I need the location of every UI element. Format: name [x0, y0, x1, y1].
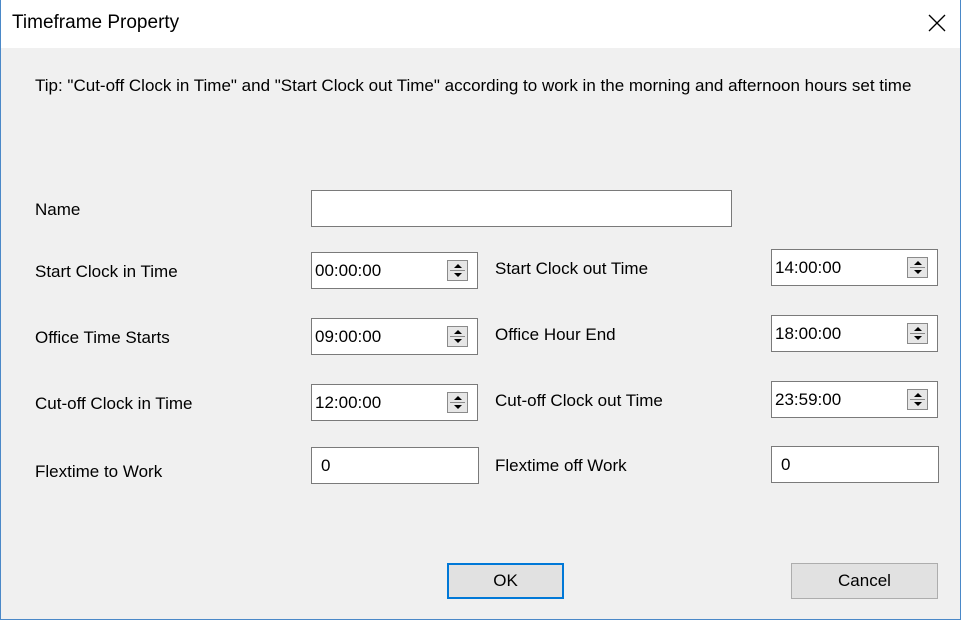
flextime-to-work-label: Flextime to Work	[35, 462, 163, 481]
office-time-starts-input[interactable]: 09:00:00	[311, 318, 478, 355]
cancel-button-label: Cancel	[838, 571, 891, 590]
cancel-button[interactable]: Cancel	[791, 563, 938, 599]
timeframe-property-dialog: Timeframe Property Tip: "Cut-off Clock i…	[0, 0, 961, 620]
spin-up-icon	[914, 327, 922, 331]
spin-up-icon	[454, 396, 462, 400]
spin-down-icon	[914, 336, 922, 340]
cutoff-clock-out-value: 23:59:00	[775, 390, 842, 409]
flextime-off-work-value: 0	[781, 455, 791, 474]
start-clock-out-label: Start Clock out Time	[495, 259, 649, 278]
window-title: Timeframe Property	[12, 12, 180, 33]
cutoff-clock-in-label: Cut-off Clock in Time	[35, 394, 193, 413]
cutoff-clock-out-spinner[interactable]	[907, 389, 928, 410]
start-clock-out-value: 14:00:00	[775, 258, 842, 277]
office-time-starts-label: Office Time Starts	[35, 328, 170, 347]
office-hour-end-label: Office Hour End	[495, 325, 616, 344]
tip-text: Tip: "Cut-off Clock in Time" and "Start …	[35, 76, 912, 95]
name-label: Name	[35, 200, 81, 219]
office-time-starts-spinner[interactable]	[447, 326, 468, 347]
cutoff-clock-out-label: Cut-off Clock out Time	[495, 391, 663, 410]
spin-down-icon	[454, 405, 462, 409]
start-clock-in-spinner[interactable]	[447, 260, 468, 281]
spin-down-icon	[454, 339, 462, 343]
close-button[interactable]	[914, 0, 960, 46]
office-hour-end-value: 18:00:00	[775, 324, 842, 343]
spin-down-icon	[914, 270, 922, 274]
flextime-to-work-input[interactable]: 0	[311, 447, 479, 484]
spin-up-icon	[914, 261, 922, 265]
spin-down-icon	[914, 402, 922, 406]
cutoff-clock-out-time-input[interactable]: 23:59:00	[771, 381, 938, 418]
ok-button-label: OK	[493, 571, 518, 590]
spin-down-icon	[454, 273, 462, 277]
title-bar[interactable]: Timeframe Property	[1, 0, 960, 48]
start-clock-in-value: 00:00:00	[315, 261, 382, 280]
cutoff-clock-in-spinner[interactable]	[447, 392, 468, 413]
cutoff-clock-in-value: 12:00:00	[315, 393, 382, 412]
cutoff-clock-in-time-input[interactable]: 12:00:00	[311, 384, 478, 421]
spin-up-icon	[454, 264, 462, 268]
start-clock-out-time-input[interactable]: 14:00:00	[771, 249, 938, 286]
spin-up-icon	[914, 393, 922, 397]
name-input[interactable]	[311, 190, 732, 227]
close-icon	[928, 14, 946, 32]
flextime-off-work-label: Flextime off Work	[495, 456, 627, 475]
office-hour-end-input[interactable]: 18:00:00	[771, 315, 938, 352]
flextime-to-work-value: 0	[321, 456, 331, 475]
start-clock-out-spinner[interactable]	[907, 257, 928, 278]
start-clock-in-label: Start Clock in Time	[35, 262, 178, 281]
flextime-off-work-input[interactable]: 0	[771, 446, 939, 483]
start-clock-in-time-input[interactable]: 00:00:00	[311, 252, 478, 289]
office-hour-end-spinner[interactable]	[907, 323, 928, 344]
spin-up-icon	[454, 330, 462, 334]
office-time-starts-value: 09:00:00	[315, 327, 382, 346]
ok-button[interactable]: OK	[447, 563, 564, 599]
